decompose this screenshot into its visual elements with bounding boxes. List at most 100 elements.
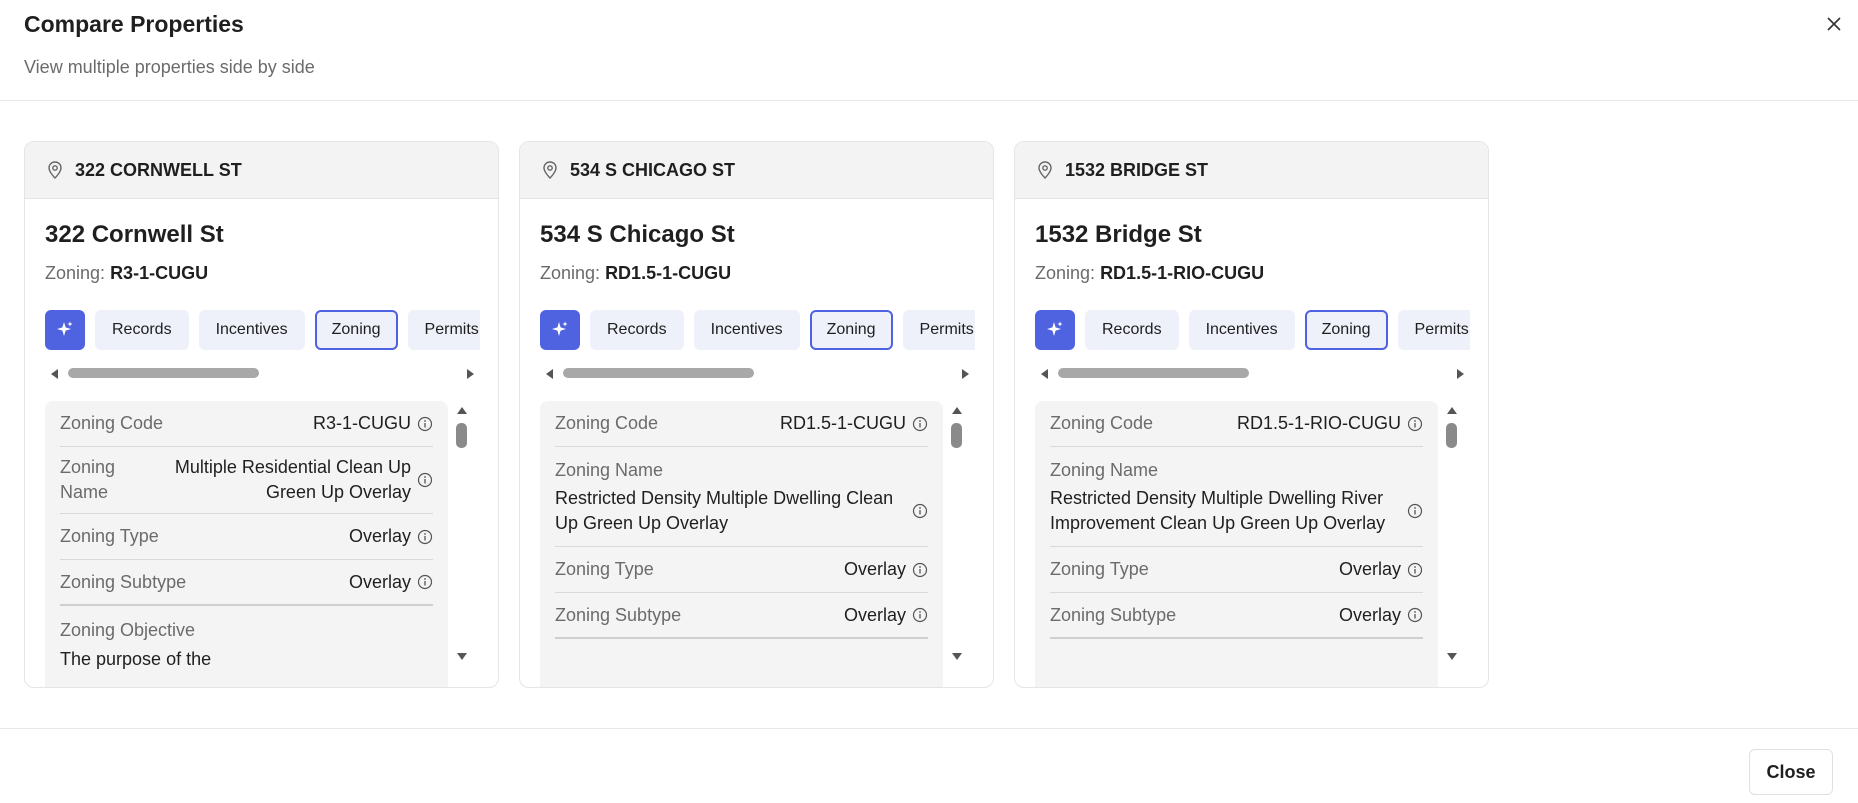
detail-value: Overlay	[348, 571, 411, 592]
horizontal-scrollbar[interactable]	[45, 366, 480, 380]
info-icon[interactable]	[1407, 503, 1423, 519]
scroll-left-arrow[interactable]	[546, 369, 553, 379]
scroll-up-arrow[interactable]	[952, 407, 962, 414]
detail-label: Zoning Type	[60, 526, 159, 546]
scroll-down-arrow[interactable]	[457, 653, 467, 660]
info-icon[interactable]	[912, 416, 928, 432]
info-icon[interactable]	[1407, 562, 1423, 578]
zoning-details-panel: Zoning Code RD1.5-1-CUGU Zoning Name Res…	[540, 401, 943, 687]
scroll-left-arrow[interactable]	[51, 369, 58, 379]
info-icon[interactable]	[417, 529, 433, 545]
tab-bar: Records Incentives Zoning Permits Va	[1035, 309, 1470, 351]
property-card: 534 S CHICAGO ST 534 S Chicago St Zoning…	[519, 141, 994, 688]
ai-assistant-button[interactable]	[540, 310, 580, 350]
tab-permits[interactable]: Permits	[902, 310, 975, 350]
tab-permits[interactable]: Permits	[407, 310, 480, 350]
detail-value: Overlay	[1338, 559, 1401, 579]
property-card-header: 322 CORNWELL ST	[25, 142, 498, 199]
tab-zoning[interactable]: Zoning	[809, 310, 893, 350]
property-card-header: 1532 BRIDGE ST	[1015, 142, 1488, 199]
info-icon[interactable]	[912, 562, 928, 578]
info-icon[interactable]	[912, 503, 928, 519]
detail-row-zoning-name: Zoning Name Multiple Residential Clean U…	[60, 447, 433, 514]
map-pin-icon	[45, 160, 65, 180]
detail-value: Overlay	[843, 604, 906, 625]
scroll-thumb[interactable]	[68, 368, 259, 378]
tab-incentives[interactable]: Incentives	[1188, 310, 1295, 350]
detail-value: RD1.5-1-RIO-CUGU	[1236, 413, 1401, 433]
detail-value: Restricted Density Multiple Dwelling Cle…	[555, 488, 894, 533]
property-address-header: 1532 BRIDGE ST	[1065, 159, 1209, 180]
detail-label: Zoning Code	[555, 413, 659, 433]
detail-row-zoning-subtype: Zoning Subtype Overlay	[1050, 593, 1423, 639]
scroll-down-arrow[interactable]	[1447, 653, 1457, 660]
info-icon[interactable]	[912, 607, 928, 623]
detail-label: Zoning Subtype	[60, 571, 187, 592]
scroll-right-arrow[interactable]	[962, 369, 969, 379]
detail-label: Zoning Type	[555, 559, 654, 579]
detail-label: Zoning Subtype	[555, 604, 682, 625]
tab-zoning[interactable]: Zoning	[1304, 310, 1388, 350]
info-icon[interactable]	[417, 472, 433, 488]
scroll-thumb[interactable]	[951, 423, 962, 448]
tab-records[interactable]: Records	[95, 310, 189, 350]
detail-row-zoning-type: Zoning Type Overlay	[60, 514, 433, 560]
property-name: 322 Cornwell St	[45, 221, 224, 248]
zoning-details-panel: Zoning Code R3-1-CUGU Zoning Name Multip…	[45, 401, 448, 687]
detail-label: Zoning Code	[60, 413, 164, 433]
scroll-thumb[interactable]	[563, 368, 754, 378]
scroll-thumb[interactable]	[456, 423, 467, 448]
tab-records[interactable]: Records	[1085, 310, 1179, 350]
property-card: 322 CORNWELL ST 322 Cornwell St Zoning: …	[24, 141, 499, 688]
property-zoning: Zoning: RD1.5-1-CUGU	[540, 263, 731, 284]
scroll-down-arrow[interactable]	[952, 653, 962, 660]
scroll-right-arrow[interactable]	[467, 369, 474, 379]
property-name: 534 S Chicago St	[540, 221, 735, 248]
detail-row-zoning-code: Zoning Code R3-1-CUGU	[60, 401, 433, 447]
ai-assistant-button[interactable]	[45, 310, 85, 350]
tab-permits[interactable]: Permits	[1397, 310, 1470, 350]
info-icon[interactable]	[1407, 416, 1423, 432]
sparkle-icon	[1045, 320, 1065, 340]
vertical-scrollbar[interactable]	[950, 401, 964, 687]
tab-incentives[interactable]: Incentives	[693, 310, 800, 350]
info-icon[interactable]	[417, 574, 433, 590]
property-card-header: 534 S CHICAGO ST	[520, 142, 993, 199]
tab-zoning[interactable]: Zoning	[314, 310, 398, 350]
info-icon[interactable]	[417, 416, 433, 432]
detail-value: The purpose of the	[60, 649, 212, 669]
scroll-up-arrow[interactable]	[457, 407, 467, 414]
close-icon[interactable]	[1820, 10, 1848, 38]
scroll-left-arrow[interactable]	[1041, 369, 1048, 379]
detail-label: Zoning Code	[1050, 413, 1154, 433]
scroll-right-arrow[interactable]	[1457, 369, 1464, 379]
property-address-header: 534 S CHICAGO ST	[570, 159, 736, 180]
detail-row-zoning-type: Zoning Type Overlay	[555, 547, 928, 593]
sparkle-icon	[550, 320, 570, 340]
detail-row-zoning-code: Zoning Code RD1.5-1-RIO-CUGU	[1050, 401, 1423, 447]
detail-value: Overlay	[1338, 604, 1401, 625]
scroll-thumb[interactable]	[1446, 423, 1457, 448]
tab-bar: Records Incentives Zoning Permits Va	[540, 309, 975, 351]
footer-divider	[0, 728, 1858, 729]
zoning-value: RD1.5-1-RIO-CUGU	[1100, 263, 1265, 283]
tab-incentives[interactable]: Incentives	[198, 310, 305, 350]
zoning-label: Zoning:	[45, 263, 106, 283]
close-button[interactable]: Close	[1749, 749, 1833, 795]
ai-assistant-button[interactable]	[1035, 310, 1075, 350]
horizontal-scrollbar[interactable]	[1035, 366, 1470, 380]
property-zoning: Zoning: R3-1-CUGU	[45, 263, 208, 284]
detail-label: Zoning Subtype	[1050, 604, 1177, 625]
scroll-thumb[interactable]	[1058, 368, 1249, 378]
horizontal-scrollbar[interactable]	[540, 366, 975, 380]
vertical-scrollbar[interactable]	[1445, 401, 1459, 687]
zoning-value: R3-1-CUGU	[110, 263, 209, 283]
tab-records[interactable]: Records	[590, 310, 684, 350]
vertical-scrollbar[interactable]	[455, 401, 469, 687]
zoning-label: Zoning:	[540, 263, 601, 283]
dialog-title: Compare Properties	[24, 11, 244, 37]
scroll-up-arrow[interactable]	[1447, 407, 1457, 414]
detail-row-zoning-subtype: Zoning Subtype Overlay	[555, 593, 928, 639]
info-icon[interactable]	[1407, 607, 1423, 623]
sparkle-icon	[55, 320, 75, 340]
